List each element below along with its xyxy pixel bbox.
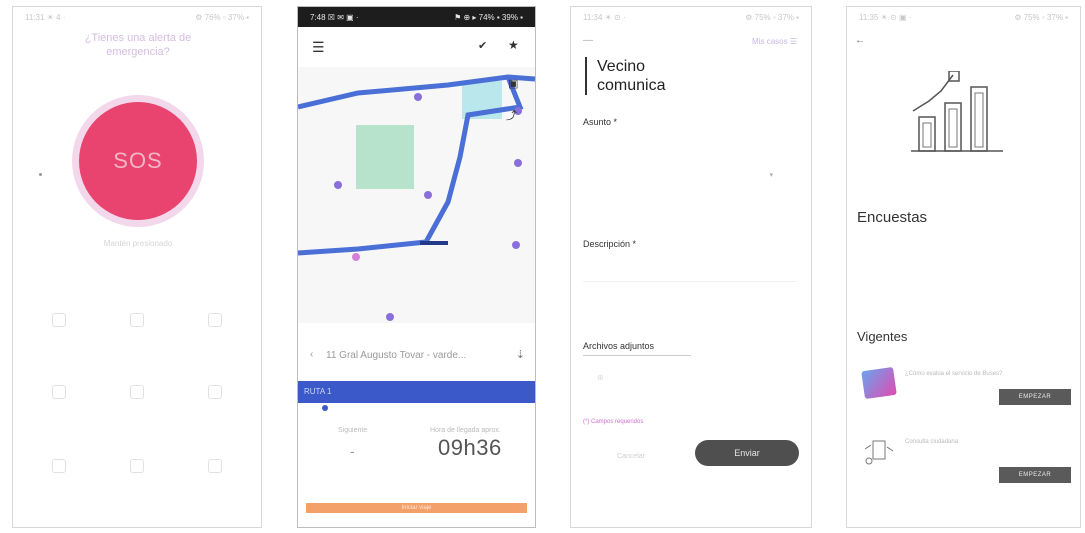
status-time: 11:35 ☀ ⊙ ▣ · — [859, 13, 912, 22]
menu-icon[interactable]: ☰ — [312, 39, 325, 56]
status-time: 11:34 ☀ ⊙ · — [583, 13, 626, 22]
divider — [583, 281, 797, 282]
status-indicators: ⚙ 75% ▫ 37% ▪ — [745, 13, 799, 22]
shortcut-1[interactable] — [39, 313, 79, 345]
location-text: 11 Gral Augusto Tovar - varde... — [326, 350, 467, 361]
map-screen: 7:48 ☒ ✉ ▣ · ⚑ ⊕ ▸ 74% ▪ 39% ▪ ☰ ✔ ★ ▣ ⤴… — [297, 6, 536, 528]
shortcut-icon — [208, 385, 222, 399]
survey-title: ¿Cómo evalúa el servicio de Buses? — [905, 371, 1003, 377]
status-bar: 7:48 ☒ ✉ ▣ · ⚑ ⊕ ▸ 74% ▪ 39% ▪ — [298, 7, 535, 27]
shortcut-3[interactable] — [195, 313, 235, 345]
section-title: Vigentes — [857, 329, 908, 344]
map-toolbar: ☰ ✔ ★ — [298, 27, 535, 67]
shortcut-icon — [130, 313, 144, 327]
send-button[interactable]: Enviar — [695, 440, 799, 466]
bus-stop-icon: ⇣ — [515, 349, 525, 361]
shortcut-icon — [130, 385, 144, 399]
required-note: (*) Campos requeridos — [583, 419, 644, 425]
asunto-label: Asunto * — [583, 117, 618, 127]
shortcut-5[interactable] — [117, 385, 157, 417]
sos-hint: Mantén presionado — [103, 239, 173, 248]
shortcut-7[interactable] — [39, 459, 79, 491]
shortcut-6[interactable] — [195, 385, 235, 417]
description-label: Descripción * — [583, 239, 637, 249]
chevron-down-icon: ▾ — [769, 172, 773, 179]
status-indicators: ⚙ 75% ▫ 37% ▪ — [1014, 13, 1068, 22]
next-stop-value: - — [350, 443, 355, 459]
survey-thumbnail — [864, 440, 894, 465]
map-canvas — [298, 74, 535, 321]
start-survey-button[interactable]: EMPEZAR — [999, 467, 1071, 483]
star-icon[interactable]: ★ — [508, 38, 519, 52]
shortcut-icon — [52, 385, 66, 399]
shortcut-8[interactable] — [117, 459, 157, 491]
share-icon[interactable]: ⤴ — [506, 107, 517, 123]
bar-chart-illustration-icon — [911, 71, 1003, 152]
report-screen: 11:34 ☀ ⊙ · ⚙ 75% ▫ 37% ▪ — Mis casos ☰ … — [570, 6, 812, 528]
back-arrow-icon[interactable]: ← — [855, 35, 865, 46]
status-bar: 11:35 ☀ ⊙ ▣ · ⚙ 75% ▫ 37% ▪ — [847, 7, 1080, 27]
location-icon: ‹ — [310, 349, 314, 360]
status-bar: 11:31 ☀ 4 · ⚙ 76% ▫ 37% ▪ — [13, 7, 261, 27]
progress-dot — [322, 405, 328, 411]
shortcut-icon — [130, 459, 144, 473]
divider — [583, 355, 691, 356]
start-survey-button[interactable]: EMPEZAR — [999, 389, 1071, 405]
cancel-button[interactable]: Cancelar — [617, 453, 645, 460]
dot-indicator — [39, 173, 42, 176]
shortcut-icon — [52, 313, 66, 327]
attach-icon[interactable]: ⊕ — [597, 373, 604, 382]
route-map[interactable]: ▣ ⤴ — [298, 67, 535, 323]
status-time: 11:31 ☀ 4 · — [25, 13, 66, 22]
sos-screen: 11:31 ☀ 4 · ⚙ 76% ▫ 37% ▪ ¿Tienes una al… — [12, 6, 262, 528]
status-bar: 11:34 ☀ ⊙ · ⚙ 75% ▫ 37% ▪ — [571, 7, 811, 27]
attachments-label: Archivos adjuntos — [583, 341, 655, 351]
surveys-screen: 11:35 ☀ ⊙ ▣ · ⚙ 75% ▫ 37% ▪ ← Encuestas … — [846, 6, 1081, 528]
asunto-select[interactable]: ▾ — [601, 131, 773, 221]
shortcut-icon — [208, 459, 222, 473]
list-icon: ☰ — [789, 37, 797, 46]
page-title: Vecino comunica — [585, 57, 717, 95]
status-indicators: ⚙ 76% ▫ 37% ▪ — [195, 13, 249, 22]
arrival-label: Hora de llegada aprox. — [430, 427, 501, 434]
back-arrow-icon[interactable]: — — [583, 35, 593, 46]
filter-icon[interactable]: ✔ — [478, 39, 487, 52]
next-stop-label: Siguiente — [338, 427, 368, 434]
shortcut-4[interactable] — [39, 385, 79, 417]
survey-title: Consulta ciudadana — [905, 439, 959, 445]
arrival-time: 09h36 — [438, 435, 502, 460]
location-row[interactable]: ‹ 11 Gral Augusto Tovar - varde... ⇣ — [306, 347, 527, 367]
calendar-icon[interactable]: ▣ — [508, 77, 518, 90]
survey-thumbnail — [861, 366, 897, 400]
my-cases-link[interactable]: Mis casos ☰ — [752, 37, 797, 46]
emergency-question: ¿Tienes una alerta de emergencia? — [84, 32, 192, 58]
route-bar[interactable]: RUTA 1 — [298, 381, 535, 403]
status-indicators: ⚑ ⊕ ▸ 74% ▪ 39% ▪ — [454, 13, 523, 22]
start-trip-button[interactable]: Iniciar viaje — [306, 503, 527, 513]
status-time: 7:48 ☒ ✉ ▣ · — [310, 13, 359, 22]
shortcut-2[interactable] — [117, 313, 157, 345]
sos-button[interactable]: SOS — [79, 102, 197, 220]
shortcut-icon — [208, 313, 222, 327]
page-title: Encuestas — [857, 209, 928, 226]
shortcut-9[interactable] — [195, 459, 235, 491]
shortcut-icon — [52, 459, 66, 473]
